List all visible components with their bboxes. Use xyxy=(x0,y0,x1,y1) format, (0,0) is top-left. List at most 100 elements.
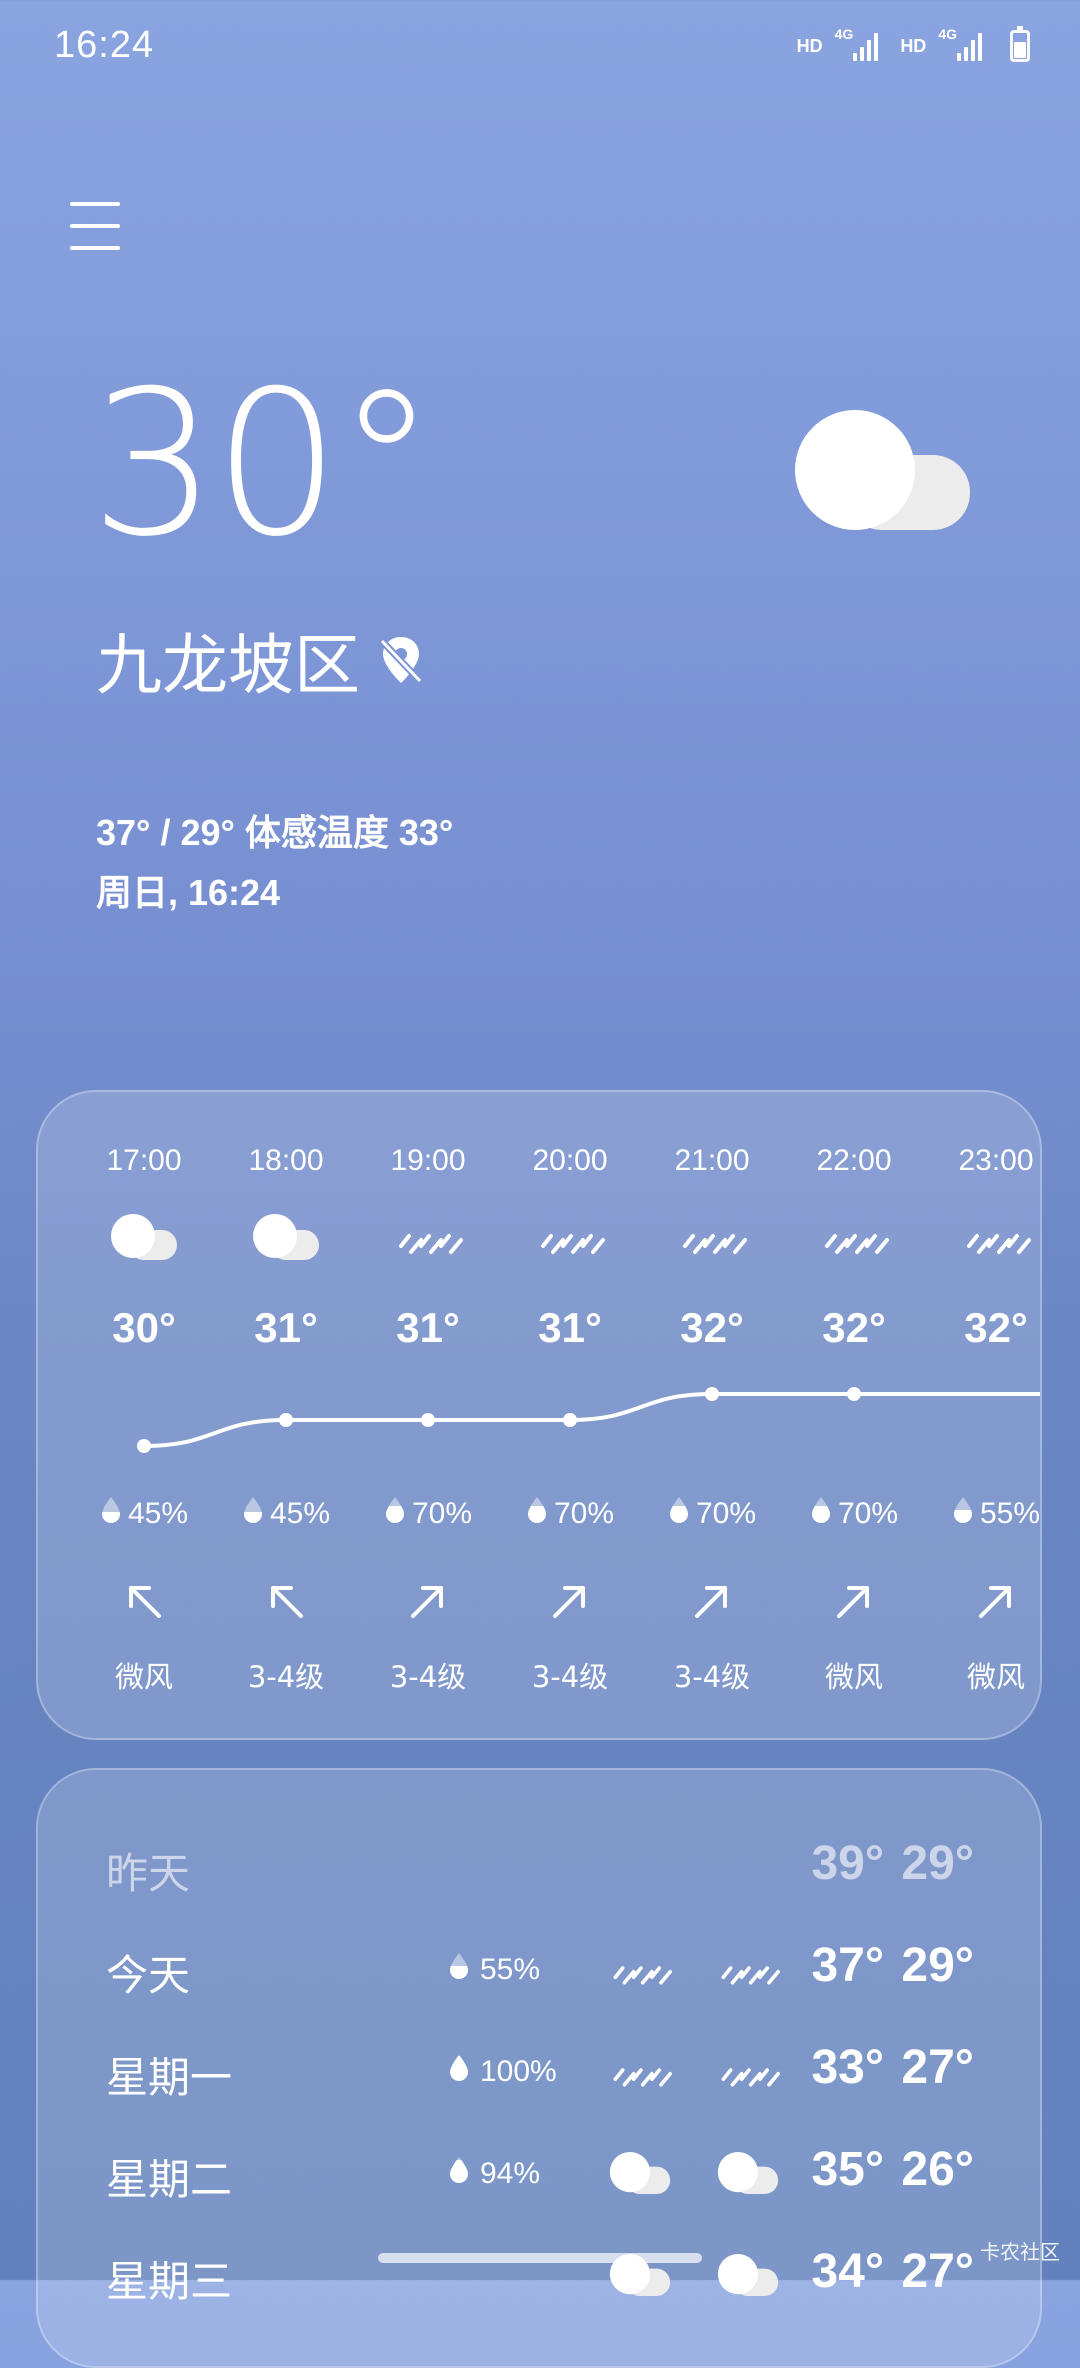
hourly-wind: 微风 xyxy=(824,1660,883,1694)
location-off-icon xyxy=(379,637,423,684)
temp-range-feels-like: 37° / 29° 体感温度 33° xyxy=(96,812,454,853)
battery-icon xyxy=(1010,26,1030,62)
menu-button[interactable] xyxy=(70,202,120,250)
status-time: 16:24 xyxy=(54,24,155,66)
daily-day-name: 星期三 xyxy=(106,2257,233,2306)
daily-temps: 35° 26° xyxy=(811,2143,974,2196)
daily-row[interactable]: 今天 55% 37° 29° xyxy=(38,1924,1040,2014)
daily-temps: 37° 29° xyxy=(811,1939,974,1992)
hourly-item: 22:00 32° 70% 微风 xyxy=(783,1092,925,1738)
daily-row[interactable]: 星期三 34° 27° xyxy=(38,2230,1040,2320)
rain-icon xyxy=(677,1212,747,1262)
rain-icon xyxy=(716,2048,780,2094)
hourly-precip-value: 70% xyxy=(837,1497,899,1530)
status-bar: 16:24 HD 4G HD 4G xyxy=(0,0,1080,100)
hourly-item: 19:00 31° 70% 3-4级 xyxy=(357,1092,499,1738)
hourly-time: 17:00 xyxy=(106,1144,182,1177)
raindrop-icon xyxy=(526,1496,548,1532)
cloudy-icon xyxy=(608,2150,672,2196)
raindrop-icon xyxy=(952,1496,974,1532)
wind-direction-icon xyxy=(833,1580,875,1622)
daily-precip: 55% xyxy=(448,1952,540,1988)
hourly-precip-value: 55% xyxy=(979,1497,1041,1530)
hourly-temp: 32° xyxy=(822,1304,886,1351)
daily-precip: 94% xyxy=(448,2156,540,2192)
hourly-temp: 32° xyxy=(964,1304,1028,1351)
daily-day-name: 星期二 xyxy=(106,2155,233,2204)
daily-precip-value: 55% xyxy=(480,1953,541,1986)
cloudy-icon xyxy=(716,2252,780,2298)
hourly-time: 23:00 xyxy=(958,1144,1034,1177)
daily-row[interactable]: 星期二 94% 35° 26° xyxy=(38,2128,1040,2218)
hourly-temp: 31° xyxy=(396,1304,460,1351)
daily-precip: 100% xyxy=(448,2054,557,2090)
hourly-precip-value: 70% xyxy=(695,1497,757,1530)
hourly-temp: 31° xyxy=(538,1304,602,1351)
wind-direction-icon xyxy=(549,1580,591,1622)
cloudy-icon xyxy=(251,1212,321,1262)
rain-icon xyxy=(819,1212,889,1262)
daily-row[interactable]: 星期一 100% 33° 27° xyxy=(38,2026,1040,2116)
raindrop-icon xyxy=(448,1952,470,1988)
hourly-forecast-card[interactable]: 17:00 30° 45% 微风 18:00 31° 45% 3-4级 19:00 31° 70% 3… xyxy=(36,1090,1042,1740)
hourly-item: 18:00 31° 45% 3-4级 xyxy=(215,1092,357,1738)
raindrop-icon xyxy=(448,2054,470,2090)
hourly-item: 17:00 30° 45% 微风 xyxy=(73,1092,215,1738)
hourly-precip: 55% xyxy=(925,1496,1041,1532)
daily-precip-value: 100% xyxy=(480,2055,557,2088)
hourly-wind: 微风 xyxy=(114,1660,173,1694)
hourly-wind: 3-4级 xyxy=(389,1660,467,1694)
rain-icon xyxy=(961,1212,1031,1262)
cloudy-icon xyxy=(716,2150,780,2196)
hourly-precip: 45% xyxy=(73,1496,215,1532)
rain-icon xyxy=(535,1212,605,1262)
wind-direction-icon xyxy=(123,1580,165,1622)
daily-precip-value: 94% xyxy=(480,2157,541,2190)
cloudy-icon xyxy=(109,1212,179,1262)
raindrop-icon xyxy=(242,1496,264,1532)
home-indicator[interactable] xyxy=(378,2253,702,2263)
hourly-time: 18:00 xyxy=(248,1144,324,1177)
hourly-time: 21:00 xyxy=(674,1144,750,1177)
hourly-item: 21:00 32° 70% 3-4级 xyxy=(641,1092,783,1738)
wind-direction-icon xyxy=(265,1580,307,1622)
hourly-item: 20:00 31° 70% 3-4级 xyxy=(499,1092,641,1738)
hourly-precip-value: 45% xyxy=(127,1497,189,1530)
hourly-precip-value: 70% xyxy=(411,1497,473,1530)
hd-label-sim1: HD xyxy=(796,35,823,56)
rain-icon xyxy=(608,1946,672,1992)
hourly-time: 20:00 xyxy=(532,1144,608,1177)
raindrop-icon xyxy=(448,2156,470,2192)
hourly-precip: 45% xyxy=(215,1496,357,1532)
hourly-wind: 3-4级 xyxy=(247,1660,325,1694)
location-row[interactable]: 九龙坡区 xyxy=(96,612,426,708)
hourly-precip: 70% xyxy=(357,1496,499,1532)
wind-direction-icon xyxy=(691,1580,733,1622)
raindrop-icon xyxy=(384,1496,406,1532)
hourly-precip: 70% xyxy=(783,1496,925,1532)
daily-day-name: 昨天 xyxy=(106,1849,191,1898)
raindrop-icon xyxy=(810,1496,832,1532)
raindrop-icon xyxy=(100,1496,122,1532)
hourly-item: 23:00 32° 55% 微风 xyxy=(925,1092,1041,1738)
wind-direction-icon xyxy=(975,1580,1017,1622)
signal-icon xyxy=(957,31,982,61)
hourly-temp: 30° xyxy=(112,1304,176,1351)
daily-row[interactable]: 昨天 39° 29° xyxy=(38,1822,1040,1912)
hourly-precip: 70% xyxy=(499,1496,641,1532)
daily-temps: 34° 27° xyxy=(811,2245,974,2298)
network-type-sim1: 4G xyxy=(834,26,854,42)
rain-icon xyxy=(608,2048,672,2094)
current-temperature: 30° xyxy=(90,348,436,581)
rain-icon xyxy=(393,1212,463,1262)
hourly-wind: 3-4级 xyxy=(531,1660,609,1694)
watermark: 卡农社区 xyxy=(980,2240,1060,2264)
daily-temps: 39° 29° xyxy=(811,1837,974,1890)
daily-day-name: 今天 xyxy=(106,1951,191,2000)
hourly-temp: 32° xyxy=(680,1304,744,1351)
location-name: 九龙坡区 xyxy=(96,627,360,704)
daily-forecast-card[interactable]: 昨天 39° 29° 今天 55% 37° 29° 星期一 100% 33° 27° 星期二 94… xyxy=(36,1768,1042,2368)
partly-cloudy-icon xyxy=(795,410,970,530)
hourly-time: 22:00 xyxy=(816,1144,892,1177)
daily-temps: 33° 27° xyxy=(811,2041,974,2094)
